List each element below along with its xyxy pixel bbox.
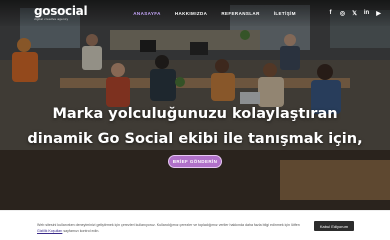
- logo-text: gosocial: [34, 4, 88, 18]
- hero-headline-line1: Marka yolculuğunuzu kolaylaştıran: [52, 106, 338, 122]
- instagram-icon[interactable]: ◎: [339, 10, 346, 17]
- cookie-text: Web sitesini kullanırken deneyiminizi ge…: [37, 223, 300, 227]
- hero-headline-line2: dinamik Go Social ekibi ile tanışmak içi…: [27, 131, 363, 147]
- facebook-icon[interactable]: f: [327, 10, 334, 16]
- linkedin-icon[interactable]: in: [363, 10, 370, 16]
- nav-item-anasayfa[interactable]: ANASAYFA: [133, 11, 161, 16]
- social-links: f ◎ 𝕏 in ▶: [327, 10, 382, 17]
- nav-item-iletisim[interactable]: İLETİŞİM: [274, 11, 296, 16]
- gosocial-logo[interactable]: gosocial digital creative agency: [34, 4, 88, 21]
- top-navigation: gosocial digital creative agency ANASAYF…: [0, 0, 390, 26]
- cookie-text-after: sayfamızı kontrol edin.: [63, 229, 100, 233]
- cookie-banner: Web sitesini kullanırken deneyiminizi ge…: [0, 210, 390, 240]
- privacy-terms-link[interactable]: Gizlilik Koşulları: [37, 229, 62, 233]
- youtube-icon[interactable]: ▶: [375, 10, 382, 17]
- hero-dark-overlay: [0, 0, 390, 210]
- x-twitter-icon[interactable]: 𝕏: [351, 10, 358, 17]
- logo-tagline: digital creative agency: [34, 17, 69, 21]
- cookie-message: Web sitesini kullanırken deneyiminizi ge…: [37, 222, 305, 234]
- hero-section: gosocial digital creative agency ANASAYF…: [0, 0, 390, 210]
- nav-item-hakkimizda[interactable]: HAKKIMIZDA: [175, 11, 208, 16]
- send-brief-button[interactable]: BRİEF GÖNDERİN: [168, 155, 222, 168]
- main-menu: ANASAYFA HAKKIMIZDA REFERANSLAR İLETİŞİM: [133, 11, 296, 16]
- nav-item-referanslar[interactable]: REFERANSLAR: [221, 11, 259, 16]
- accept-cookies-button[interactable]: Kabul Ediyorum: [314, 221, 354, 231]
